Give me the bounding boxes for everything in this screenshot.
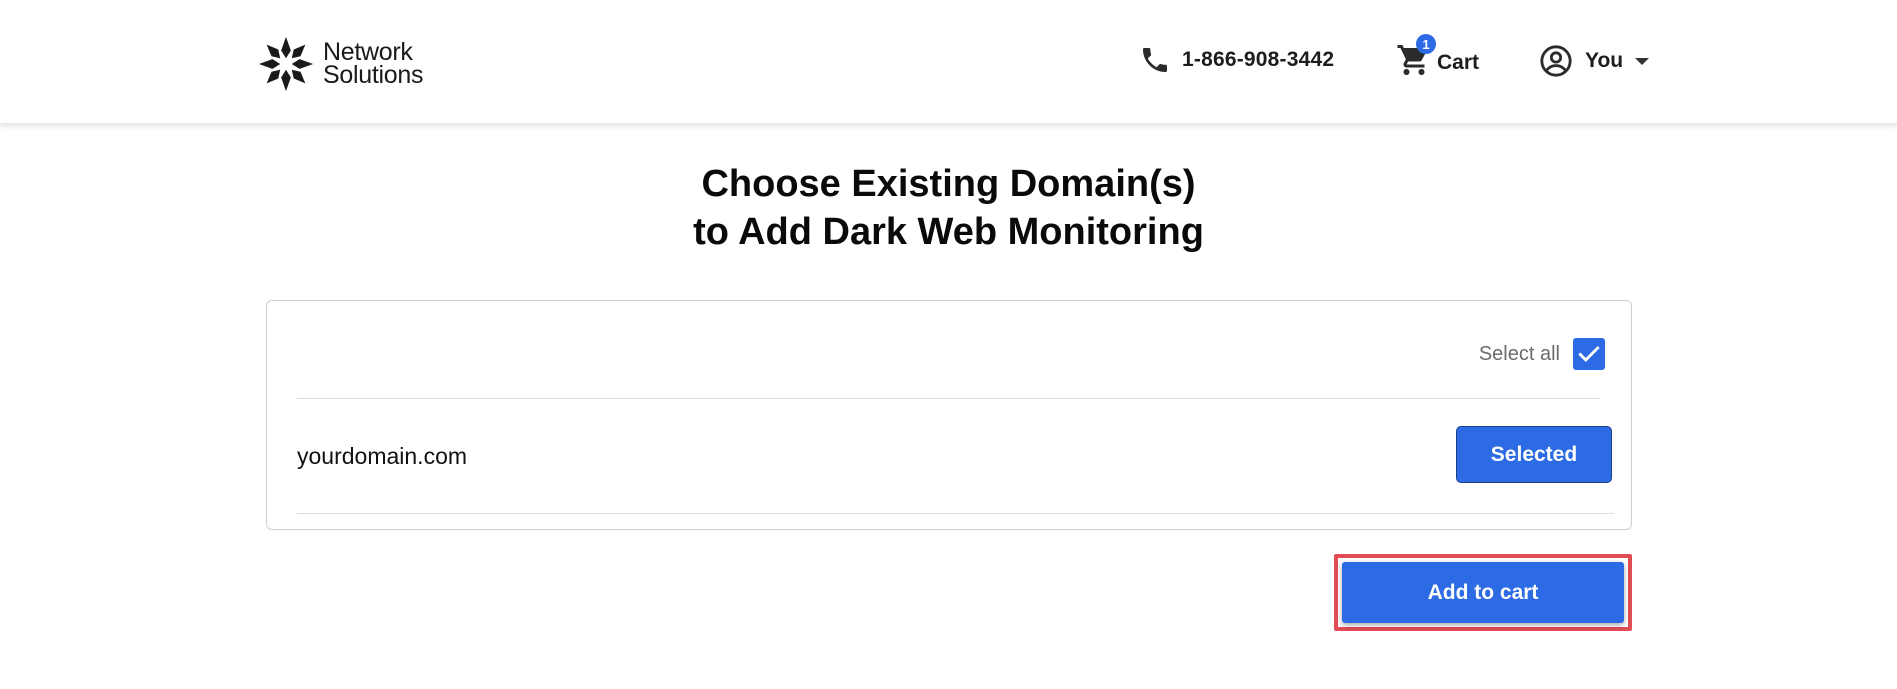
logo-wordmark: Network Solutions	[323, 40, 424, 89]
phone-number: 1-866-908-3442	[1182, 48, 1335, 71]
page-title-line-1: Choose Existing Domain(s)	[701, 163, 1196, 205]
domain-selected-button[interactable]: Selected	[1456, 426, 1612, 483]
domain-name: yourdomain.com	[297, 443, 468, 469]
add-to-cart-highlight: Add to cart	[1334, 554, 1632, 631]
logo[interactable]: Network Solutions	[257, 34, 423, 94]
divider	[297, 398, 1600, 399]
select-all-control[interactable]: Select all	[1479, 338, 1605, 370]
phone-icon	[1143, 48, 1167, 72]
cart-button[interactable]: 1 Cart	[1396, 34, 1480, 83]
network-solutions-logo-icon	[258, 36, 314, 92]
user-menu[interactable]: You	[1539, 44, 1650, 78]
select-all-checkbox[interactable]	[1573, 338, 1605, 370]
user-label: You	[1585, 49, 1624, 72]
logo-line-2: Solutions	[323, 61, 424, 89]
user-circle-icon	[1540, 45, 1572, 77]
phone-link[interactable]: 1-866-908-3442	[1139, 44, 1334, 76]
add-to-cart-button[interactable]: Add to cart	[1342, 562, 1624, 623]
divider	[297, 513, 1614, 514]
domain-selection-panel: Select all yourdomain.com Selected	[266, 300, 1632, 530]
cart-count-badge: 1	[1416, 34, 1436, 54]
cart-label: Cart	[1437, 50, 1480, 74]
caret-down-icon	[1635, 57, 1650, 65]
site-header: Network Solutions 1-866-908-3442 1 Cart …	[0, 0, 1897, 124]
cart-icon-wrapper: 1	[1396, 34, 1436, 83]
checkmark-icon	[1578, 346, 1600, 362]
page-title: Choose Existing Domain(s) to Add Dark We…	[0, 160, 1897, 256]
page-title-line-2: to Add Dark Web Monitoring	[693, 211, 1204, 253]
select-all-label: Select all	[1478, 342, 1560, 365]
